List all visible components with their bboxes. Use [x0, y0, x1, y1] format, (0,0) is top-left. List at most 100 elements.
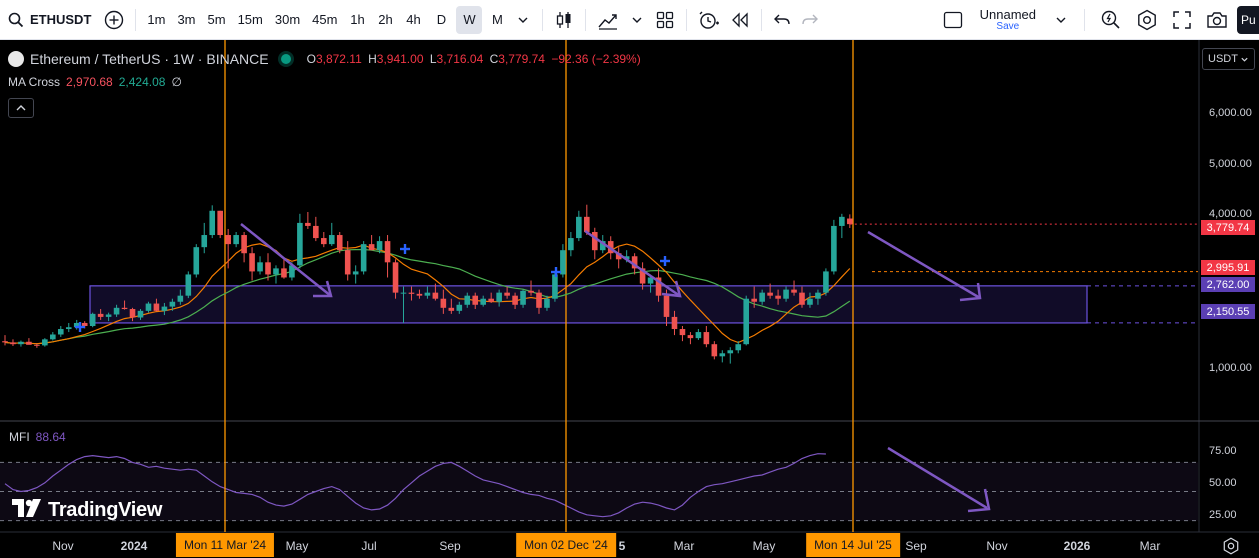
candle-body: [185, 274, 192, 296]
publish-button[interactable]: Pu: [1237, 6, 1259, 34]
interval-w-button[interactable]: W: [456, 5, 483, 34]
candle-body: [424, 292, 431, 296]
layout-name-button[interactable]: Unnamed Save: [972, 8, 1044, 32]
interval-3m-button[interactable]: 3m: [172, 6, 200, 34]
price-axis-label: 5,000.00: [1209, 158, 1252, 170]
quick-search-button[interactable]: [1095, 6, 1127, 34]
indicators-button[interactable]: [592, 6, 624, 34]
mfi-name: MFI: [9, 430, 30, 444]
interval-1h-button[interactable]: 1h: [344, 6, 370, 34]
ma-slow-value: 2,424.08: [118, 75, 166, 89]
interval-45m-button[interactable]: 45m: [307, 6, 342, 34]
undo-button[interactable]: [768, 6, 796, 34]
candle-body: [440, 298, 447, 308]
candle-body: [839, 216, 845, 226]
chart-canvas[interactable]: [0, 40, 1259, 558]
candle-body: [18, 341, 24, 345]
time-marker-tag: Mon 14 Jul '25: [806, 533, 900, 557]
time-axis-settings-button[interactable]: [1222, 537, 1240, 558]
candle-body: [711, 344, 718, 357]
candle-body: [783, 289, 789, 299]
candle-body: [233, 235, 239, 245]
layout-dropdown-button[interactable]: [1048, 6, 1074, 34]
layout-checkbox[interactable]: [938, 6, 968, 34]
market-status-icon: [280, 54, 291, 64]
interval-d-button[interactable]: D: [428, 6, 454, 34]
candle-body: [344, 250, 351, 275]
time-axis-label: Nov: [52, 539, 74, 553]
candle-body: [113, 307, 120, 315]
symbol-title[interactable]: Ethereum / TetherUS · 1W · BINANCE: [30, 51, 269, 67]
time-axis-label: Sep: [439, 539, 461, 553]
interval-group: 1m 3m 5m 15m 30m 45m 1h 2h 4h D W M: [142, 5, 510, 34]
candle-body: [225, 235, 231, 245]
candle-body: [679, 329, 686, 336]
time-axis-label: May: [285, 539, 309, 553]
price-axis-label: 6,000.00: [1209, 107, 1252, 119]
legend-collapse-button[interactable]: [8, 98, 34, 118]
chevron-up-icon: [16, 105, 26, 111]
indicators-dropdown-button[interactable]: [624, 6, 650, 34]
toolbar-divider: [686, 8, 688, 31]
layout-grid-icon: [657, 11, 674, 28]
candle-body: [153, 303, 160, 311]
alert-button[interactable]: [693, 6, 725, 34]
candle-body: [544, 298, 550, 308]
layouts-button[interactable]: [650, 6, 680, 34]
candle-body: [504, 292, 510, 296]
chevron-down-icon: [1056, 17, 1066, 23]
interval-m-button[interactable]: M: [484, 6, 510, 34]
tradingview-wordmark: TradingView: [48, 499, 163, 521]
price-axis-label: 4,000.00: [1209, 208, 1252, 220]
symbol-search-button[interactable]: ETHUSDT: [0, 0, 99, 40]
replay-button[interactable]: [725, 6, 755, 34]
ethereum-logo-icon: [8, 51, 24, 67]
candle-body: [456, 304, 463, 311]
ma-empty-symbol: ∅: [171, 75, 182, 89]
candle-body: [81, 322, 88, 326]
search-lightning-icon: [1101, 10, 1120, 29]
fullscreen-button[interactable]: [1167, 6, 1197, 34]
candle-body: [42, 339, 48, 346]
candle-body: [384, 241, 391, 263]
candle-body: [703, 332, 710, 345]
interval-4h-button[interactable]: 4h: [400, 6, 426, 34]
snapshot-button[interactable]: [1201, 6, 1233, 34]
candle-body: [815, 292, 821, 299]
candle-body: [129, 309, 136, 318]
interval-15m-button[interactable]: 15m: [233, 6, 268, 34]
candle-body: [368, 244, 375, 251]
tradingview-mark-icon: [12, 499, 42, 522]
candle-body: [313, 225, 319, 239]
interval-dropdown-button[interactable]: [510, 6, 536, 34]
ohlc-values: O3,872.11 H3,941.00 L3,716.04 C3,779.74 …: [307, 52, 644, 66]
candle-body: [65, 327, 72, 330]
candle-body: [408, 292, 415, 294]
compare-add-button[interactable]: [99, 6, 129, 34]
candle-body: [10, 342, 16, 345]
currency-select[interactable]: USDT: [1202, 48, 1255, 70]
interval-1m-button[interactable]: 1m: [142, 6, 170, 34]
chevron-down-icon: [1241, 57, 1248, 62]
ma-cross-legend[interactable]: MA Cross 2,970.68 2,424.08 ∅: [8, 75, 182, 89]
indicators-icon: [598, 13, 618, 30]
candle-body: [591, 232, 598, 251]
mfi-legend[interactable]: MFI 88.64: [9, 430, 66, 444]
candle-body: [161, 306, 168, 311]
redo-button[interactable]: [796, 6, 824, 34]
chart-type-button[interactable]: [549, 6, 579, 34]
settings-button[interactable]: [1131, 6, 1163, 34]
interval-30m-button[interactable]: 30m: [270, 6, 305, 34]
interval-2h-button[interactable]: 2h: [372, 6, 398, 34]
interval-5m-button[interactable]: 5m: [203, 6, 231, 34]
support-zone-box: [89, 285, 1088, 324]
gear-icon: [1138, 9, 1156, 31]
candle-body: [584, 216, 590, 232]
high-value: 3,941.00: [376, 52, 424, 66]
candle-body: [360, 244, 367, 272]
candle-body: [273, 268, 279, 275]
candle-body: [145, 303, 152, 311]
candle-body: [376, 241, 383, 251]
tradingview-logo[interactable]: TradingView: [12, 499, 162, 522]
candle-body: [34, 344, 40, 346]
